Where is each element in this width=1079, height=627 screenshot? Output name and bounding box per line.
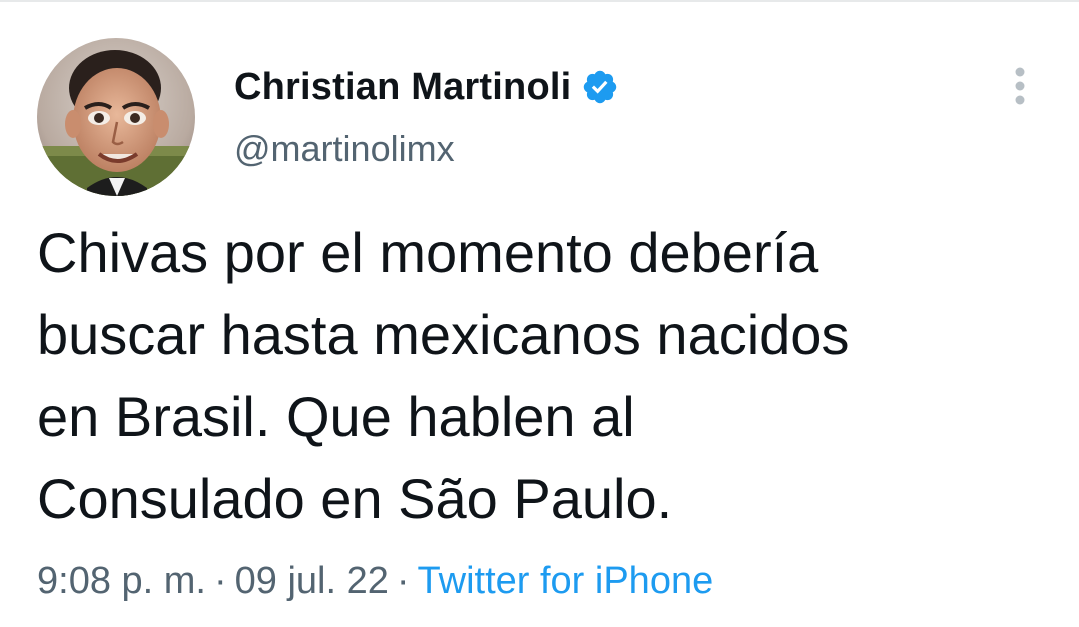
verified-badge-icon [581, 68, 619, 106]
author-handle[interactable]: @martinolimx [234, 128, 455, 170]
author-name-row: Christian Martinoli [234, 63, 619, 111]
tweet-text: Chivas por el momento debería buscar has… [37, 221, 850, 530]
meta-separator: · [213, 560, 227, 602]
tweet-time[interactable]: 9:08 p. m. [37, 560, 206, 603]
more-options-icon[interactable] [1005, 64, 1035, 108]
top-divider [0, 0, 1079, 2]
tweet-metadata: 9:08 p. m. · 09 jul. 22 · Twitter for iP… [37, 560, 713, 603]
avatar-image [37, 38, 195, 196]
tweet-card: Christian Martinoli @martinolimx Chivas … [0, 0, 1079, 627]
author-display-name[interactable]: Christian Martinoli [234, 66, 571, 109]
tweet-source-link[interactable]: Twitter for iPhone [418, 560, 714, 603]
tweet-date[interactable]: 09 jul. 22 [235, 560, 389, 603]
meta-separator: · [396, 560, 410, 602]
avatar[interactable] [37, 38, 195, 196]
